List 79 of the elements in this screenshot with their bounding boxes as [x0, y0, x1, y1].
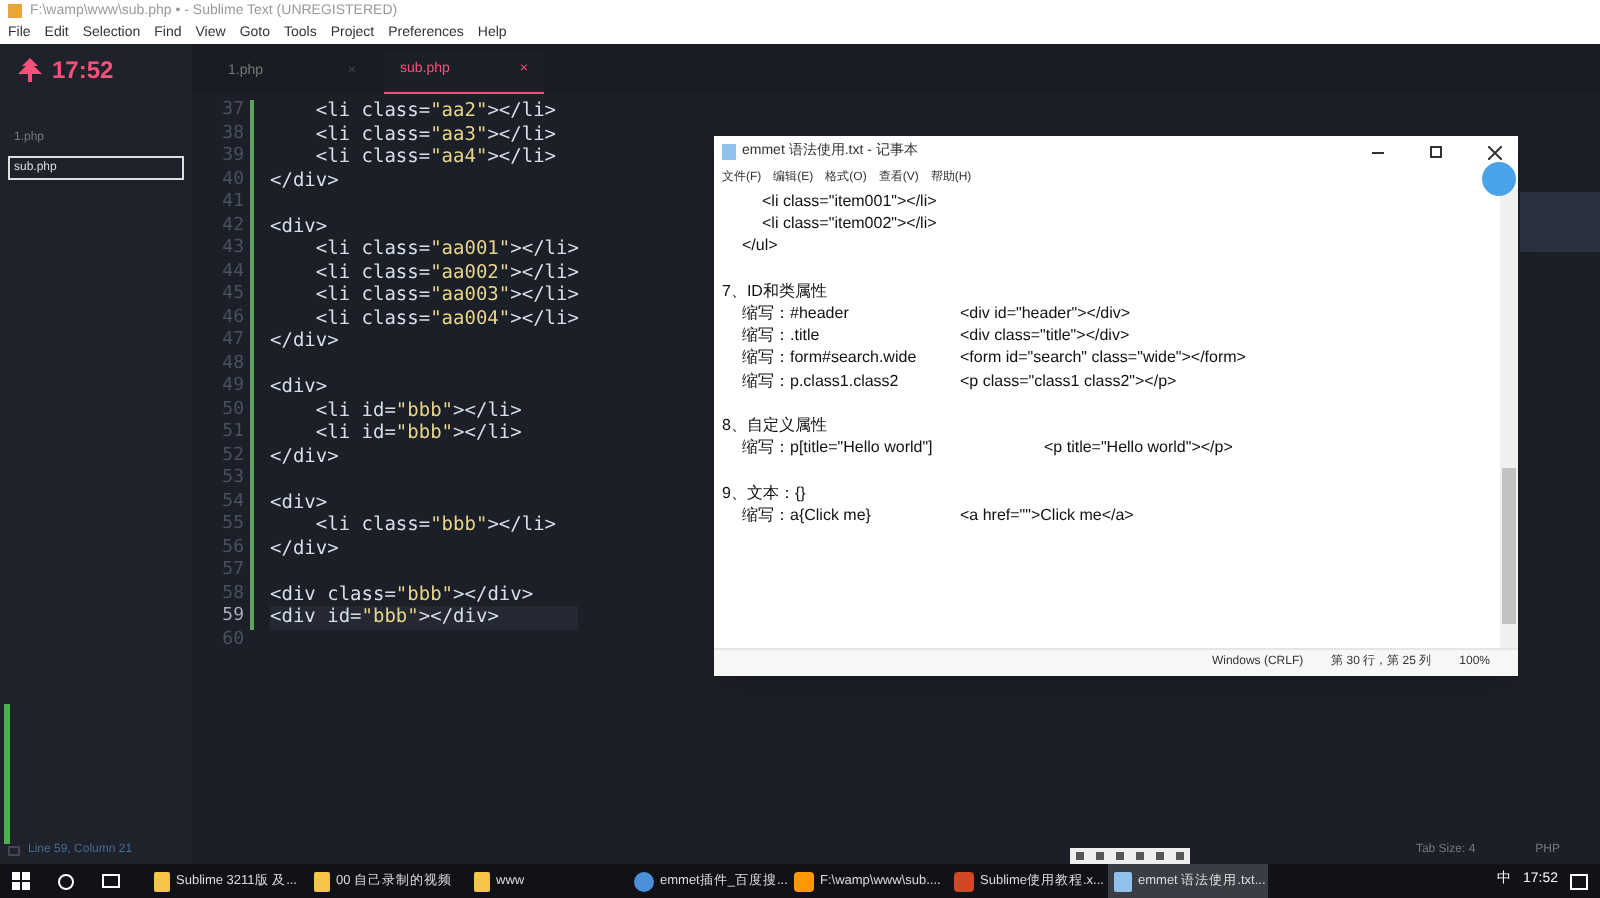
section-heading: 8、自定义属性 [722, 414, 829, 437]
line-number: 47 [222, 330, 244, 353]
expansion-text: <p title="Hello world"></p> [1044, 436, 1233, 459]
code-line: <li class="aa2"></li> [313, 100, 557, 122]
code-line: <div class="bbb"></div> [270, 583, 534, 605]
line-number: 42 [222, 215, 244, 238]
abbreviation-text: 缩写：p.class1.class2 [742, 369, 901, 392]
code-line: <li id="bbb"></li> [313, 422, 522, 444]
expansion-text: <div id="header"></div> [960, 302, 1131, 325]
search-icon[interactable] [58, 873, 74, 889]
code-line: </div> [270, 537, 339, 559]
close-icon[interactable] [1488, 145, 1502, 159]
expansion-text: <p class="class1 class2"></p> [960, 369, 1177, 392]
minimize-icon[interactable] [1372, 151, 1384, 153]
line-number: 50 [222, 399, 244, 422]
line-number: 48 [222, 353, 244, 376]
line-number: 39 [222, 146, 244, 169]
line-number: 40 [222, 169, 244, 192]
expansion-text: <div class="title"></div> [960, 324, 1130, 347]
notification-icon[interactable] [1570, 873, 1588, 889]
code-line: <li class="aa3"></li> [313, 123, 557, 145]
code-line: <li class="aa003"></li> [313, 284, 579, 306]
line-number: 60 [222, 629, 244, 652]
line-number: 58 [222, 583, 244, 606]
folder-icon [154, 871, 170, 891]
code-line: </div> [270, 445, 339, 467]
line-number: 41 [222, 192, 244, 215]
abbreviation-text: 缩写：p[title="Hello world"] [742, 436, 935, 459]
line-number: 45 [222, 284, 244, 307]
code-line: <li class="aa4"></li> [313, 146, 557, 168]
code-line: <li class="aa002"></li> [313, 261, 579, 283]
line-number: 38 [222, 123, 244, 146]
line-number: 53 [222, 468, 244, 491]
scrollbar-thumb[interactable] [1502, 468, 1516, 624]
code-line: <li id="bbb"></li> [313, 399, 522, 421]
line-number: 54 [222, 491, 244, 514]
line-number: 51 [222, 422, 244, 445]
clock-display: 17:52 [52, 53, 114, 87]
abbreviation-text: 缩写：.title [742, 324, 822, 347]
line-number: 37 [222, 100, 244, 123]
line-number: 52 [222, 445, 244, 468]
text-line: <li class="item002"></li> [760, 212, 939, 235]
globe-icon [634, 871, 654, 891]
maximize-icon[interactable] [1430, 146, 1442, 158]
line-number: 43 [222, 238, 244, 261]
code-line: </div> [270, 330, 339, 352]
expansion-text: <a href="">Click me</a> [960, 503, 1134, 526]
folder-icon [474, 871, 490, 891]
abbreviation-text: 缩写：#header [742, 302, 851, 325]
line-number: 57 [222, 560, 244, 583]
windows-icon[interactable] [12, 872, 30, 890]
code-line: <div> [270, 491, 328, 513]
app-icon [8, 4, 22, 18]
line-number: 56 [222, 537, 244, 560]
code-line: </div> [270, 169, 339, 191]
line-number: 59 [222, 606, 244, 629]
ime-toolbar [1070, 848, 1190, 864]
code-line: <li class="aa001"></li> [313, 238, 579, 260]
text-line: </ul> [740, 234, 780, 258]
abbreviation-text: 缩写：form#search.wide [742, 346, 919, 370]
tree-icon [16, 57, 44, 81]
abbreviation-text: 缩写：a{Click me} [742, 503, 873, 526]
line-number: 46 [222, 307, 244, 330]
line-number: 49 [222, 376, 244, 399]
scroll-indicator [4, 704, 10, 844]
section-heading: 7、ID和类属性 [722, 279, 829, 302]
section-heading: 9、文本：{} [722, 481, 808, 504]
code-line: <div id="bbb"></div> [270, 606, 499, 628]
task-view-icon[interactable] [102, 874, 120, 888]
code-line: <div> [270, 215, 328, 237]
expansion-text: <form id="search" class="wide"></form> [960, 346, 1246, 370]
line-number: 44 [222, 261, 244, 284]
panel-strip [1520, 192, 1600, 252]
text-line: <li class="item001"></li> [760, 190, 939, 213]
code-line: <div> [270, 376, 328, 398]
code-line: <li class="bbb"></li> [313, 514, 557, 536]
line-number: 55 [222, 514, 244, 537]
folder-icon [314, 871, 330, 891]
code-line: <li class="aa004"></li> [313, 307, 579, 329]
